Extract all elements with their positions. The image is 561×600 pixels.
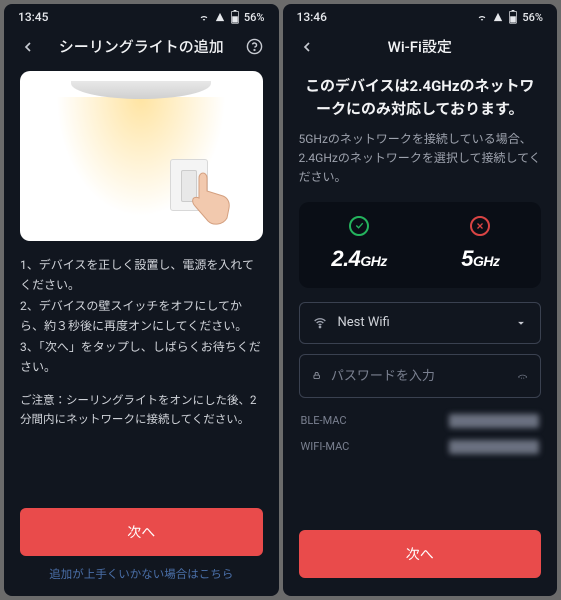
status-right: 56% (198, 10, 265, 24)
wifi-mac-value-redacted (449, 440, 539, 454)
back-button[interactable] (297, 37, 317, 57)
frequency-panel: 2.4GHz 5GHz (299, 202, 542, 288)
status-right: 56% (476, 10, 543, 24)
freq-24-label: 2.4GHz (331, 246, 387, 272)
troubleshoot-link[interactable]: 追加が上手くいかない場合はこちら (20, 562, 263, 596)
eye-hidden-icon[interactable] (517, 367, 528, 385)
wifi-mac-label: WIFI-MAC (301, 440, 350, 453)
ble-mac-row: BLE-MAC (299, 408, 542, 434)
sub-text: 5GHzのネットワークを接続している場合、2.4GHzのネットワークを選択して接… (299, 130, 542, 188)
wifi-password-field[interactable] (299, 354, 542, 398)
app-bar: シーリングライトの追加 (4, 26, 279, 71)
battery-icon (230, 10, 240, 24)
battery-percent: 56% (244, 11, 265, 24)
page-title: シーリングライトの追加 (38, 36, 245, 57)
chevron-down-icon (514, 316, 528, 330)
ssid-value: Nest Wifi (338, 315, 505, 330)
spacer (523, 37, 543, 57)
status-bar: 13:46 56% (283, 4, 558, 26)
battery-percent: 56% (522, 11, 543, 24)
status-time: 13:45 (18, 10, 48, 24)
content-area: このデバイスは2.4GHzのネットワークにのみ対応しております。 5GHzのネッ… (283, 71, 558, 596)
heading-text: このデバイスは2.4GHzのネットワークにのみ対応しております。 (299, 75, 542, 120)
check-icon (349, 216, 369, 236)
screen-add-device: 13:45 56% シーリングライトの追加 1、デバイスを正しく設置し、電源を入… (4, 4, 279, 596)
signal-icon (214, 12, 226, 22)
freq-24-col: 2.4GHz (299, 216, 420, 272)
device-illustration (20, 71, 263, 241)
freq-5-col: 5GHz (420, 216, 541, 272)
cross-icon (470, 216, 490, 236)
wifi-ssid-select[interactable]: Nest Wifi (299, 302, 542, 344)
screen-wifi-settings: 13:46 56% Wi-Fi設定 このデバイスは2.4GHzのネットワークにの… (283, 4, 558, 596)
wifi-icon (198, 12, 210, 22)
lock-icon (312, 368, 321, 383)
next-button[interactable]: 次へ (20, 508, 263, 556)
ble-mac-value-redacted (449, 414, 539, 428)
help-button[interactable] (245, 37, 265, 57)
password-input[interactable] (331, 368, 507, 383)
back-button[interactable] (18, 37, 38, 57)
signal-icon (492, 12, 504, 22)
status-bar: 13:45 56% (4, 4, 279, 26)
wifi-mac-row: WIFI-MAC (299, 434, 542, 460)
ble-mac-label: BLE-MAC (301, 414, 347, 427)
wifi-icon (312, 315, 328, 331)
page-title: Wi-Fi設定 (317, 36, 524, 57)
hand-icon (173, 163, 233, 233)
status-time: 13:46 (297, 10, 327, 24)
battery-icon (508, 10, 518, 24)
note-text: ご注意：シーリングライトをオンにした後、2分間内にネットワークに接続してください… (20, 391, 263, 428)
app-bar: Wi-Fi設定 (283, 26, 558, 71)
next-button[interactable]: 次へ (299, 530, 542, 578)
freq-5-label: 5GHz (461, 246, 499, 272)
instructions-text: 1、デバイスを正しく設置し、電源を入れてください。 2、デバイスの壁スイッチをオ… (20, 255, 263, 377)
content-area: 1、デバイスを正しく設置し、電源を入れてください。 2、デバイスの壁スイッチをオ… (4, 71, 279, 596)
wifi-icon (476, 12, 488, 22)
